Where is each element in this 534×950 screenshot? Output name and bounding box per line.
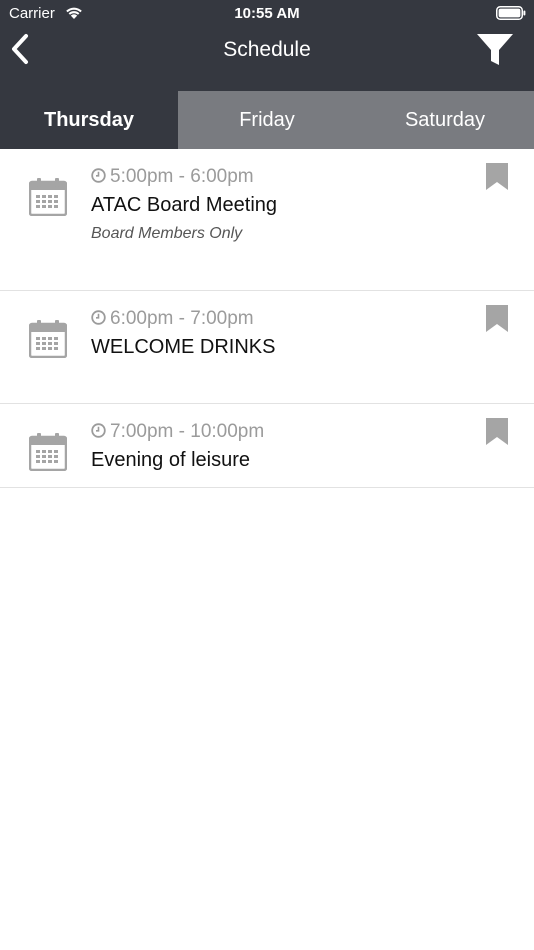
bookmark-icon[interactable] xyxy=(486,418,508,446)
calendar-icon xyxy=(29,320,67,358)
event-time: 6:00pm - 7:00pm xyxy=(91,308,254,330)
event-row[interactable]: 6:00pm - 7:00pm WELCOME DRINKS xyxy=(0,291,534,404)
status-time: 10:55 AM xyxy=(234,5,300,22)
page-title: Schedule xyxy=(223,38,311,61)
bookmark-icon[interactable] xyxy=(486,163,508,191)
clock-icon xyxy=(91,310,106,325)
event-title: Evening of leisure xyxy=(91,449,250,471)
event-subtitle: Board Members Only xyxy=(91,225,243,242)
event-time: 5:00pm - 6:00pm xyxy=(91,166,254,188)
tab-saturday[interactable]: Saturday xyxy=(356,91,534,149)
status-bar: Carrier 10:55 AM xyxy=(0,0,534,28)
event-time: 7:00pm - 10:00pm xyxy=(91,421,264,443)
bookmark-icon[interactable] xyxy=(486,305,508,333)
event-time-text: 5:00pm - 6:00pm xyxy=(110,166,254,187)
event-title: WELCOME DRINKS xyxy=(91,336,276,358)
tab-friday[interactable]: Friday xyxy=(178,91,356,149)
calendar-icon xyxy=(29,433,67,471)
top-bar: Carrier 10:55 AM Schedule xyxy=(0,0,534,91)
calendar-icon xyxy=(29,178,67,216)
event-row[interactable]: 7:00pm - 10:00pm Evening of leisure xyxy=(0,404,534,488)
event-time-text: 7:00pm - 10:00pm xyxy=(110,421,265,442)
event-title: ATAC Board Meeting xyxy=(91,194,278,216)
filter-icon[interactable] xyxy=(476,32,514,68)
tab-thursday[interactable]: Thursday xyxy=(0,91,178,149)
clock-icon xyxy=(91,423,106,438)
event-time-text: 6:00pm - 7:00pm xyxy=(110,308,254,329)
event-row[interactable]: 5:00pm - 6:00pm ATAC Board Meeting Board… xyxy=(0,149,534,291)
clock-icon xyxy=(91,168,106,183)
day-tabs: Thursday Friday Saturday xyxy=(0,91,534,149)
event-list: 5:00pm - 6:00pm ATAC Board Meeting Board… xyxy=(0,149,534,488)
battery-icon xyxy=(496,6,526,20)
